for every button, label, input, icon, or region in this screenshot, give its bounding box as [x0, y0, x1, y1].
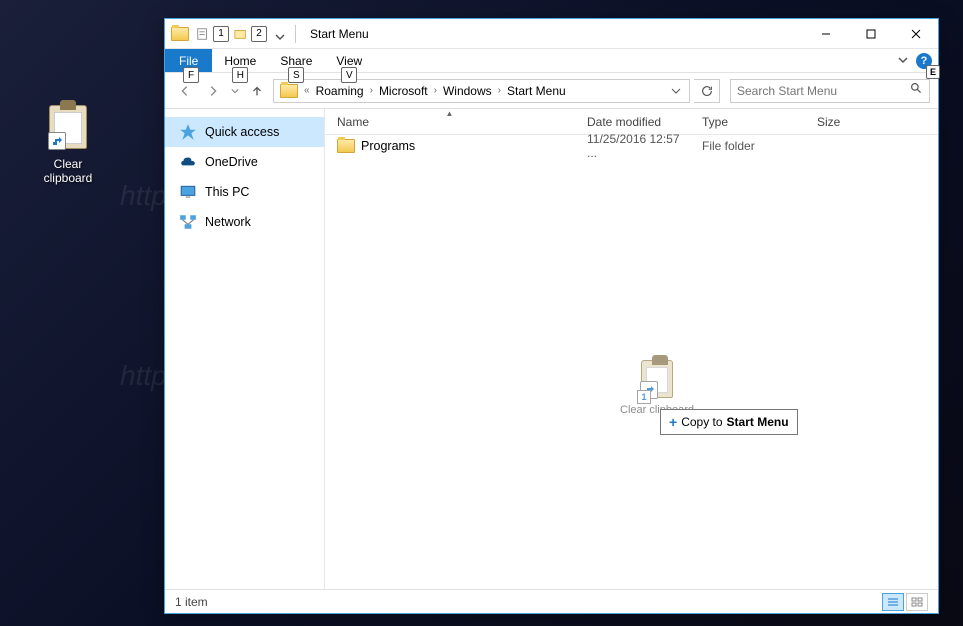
- clipboard-shortcut-icon: [49, 105, 87, 149]
- qat-key-2: 2: [251, 26, 267, 42]
- file-name: Programs: [361, 139, 415, 153]
- file-row-programs[interactable]: Programs 11/25/2016 12:57 ... File folde…: [325, 135, 938, 157]
- qat-key-1: 1: [213, 26, 229, 42]
- drop-target-text: Start Menu: [727, 415, 789, 429]
- navigation-bar: « Roaming › Microsoft › Windows › Start …: [165, 73, 938, 109]
- tab-share[interactable]: Share S: [268, 49, 324, 72]
- qat-customize-caret[interactable]: [275, 29, 285, 39]
- shortcut-arrow-icon: [640, 381, 658, 399]
- chevron-right-icon[interactable]: ›: [432, 85, 439, 96]
- breadcrumb-microsoft[interactable]: Microsoft: [375, 80, 432, 102]
- file-list[interactable]: Programs 11/25/2016 12:57 ... File folde…: [325, 135, 938, 589]
- address-folder-icon: [280, 84, 298, 98]
- tab-share-label: Share: [280, 54, 312, 68]
- content-area: ▲ Name Date modified Type Size Programs …: [325, 109, 938, 589]
- nav-quick-access[interactable]: Quick access: [165, 117, 324, 147]
- folder-icon: [337, 139, 355, 153]
- minimize-button[interactable]: [803, 19, 848, 48]
- help-button[interactable]: ? E: [916, 53, 932, 69]
- titlebar-divider: [295, 25, 296, 43]
- clipboard-shortcut-icon: [641, 360, 673, 398]
- up-button[interactable]: [245, 79, 269, 103]
- sort-ascending-icon: ▲: [446, 109, 454, 118]
- search-box[interactable]: [730, 79, 930, 103]
- key-badge-e: E: [926, 65, 940, 79]
- navigation-pane: Quick access OneDrive This PC Network: [165, 109, 325, 589]
- status-bar: 1 item: [165, 589, 938, 613]
- ribbon-tabs: File F Home H Share S View V ? E: [165, 49, 938, 73]
- qat-newfolder-icon[interactable]: [233, 26, 249, 42]
- tab-view-label: View: [336, 54, 362, 68]
- drop-action-text: Copy to: [681, 415, 722, 429]
- key-badge-s: S: [288, 67, 304, 83]
- key-badge-v: V: [341, 67, 357, 83]
- breadcrumb-overflow[interactable]: «: [302, 85, 312, 96]
- address-bar[interactable]: « Roaming › Microsoft › Windows › Start …: [273, 79, 690, 103]
- column-type[interactable]: Type: [690, 109, 805, 134]
- drag-ghost: 1 Clear clipboard: [620, 360, 694, 416]
- file-explorer-window: 1 2 Start Menu File F Home H Share S: [164, 18, 939, 614]
- maximize-button[interactable]: [848, 19, 893, 48]
- column-date[interactable]: Date modified: [575, 109, 690, 134]
- shortcut-arrow-icon: [48, 132, 66, 150]
- close-button[interactable]: [893, 19, 938, 48]
- file-type: File folder: [690, 139, 805, 153]
- nav-item-label: Quick access: [205, 125, 279, 139]
- status-item-count: 1 item: [175, 595, 208, 609]
- key-badge-f: F: [183, 67, 199, 83]
- column-name[interactable]: ▲ Name: [325, 109, 575, 134]
- chevron-right-icon[interactable]: ›: [368, 85, 375, 96]
- star-icon: [179, 123, 197, 141]
- breadcrumb-windows[interactable]: Windows: [439, 80, 496, 102]
- cloud-icon: [179, 153, 197, 171]
- file-date: 11/25/2016 12:57 ...: [575, 132, 690, 160]
- plus-icon: +: [669, 414, 677, 430]
- search-icon[interactable]: [910, 82, 923, 100]
- chevron-right-icon[interactable]: ›: [496, 85, 503, 96]
- tab-home-label: Home: [224, 54, 256, 68]
- nav-this-pc[interactable]: This PC: [165, 177, 324, 207]
- forward-button[interactable]: [201, 79, 225, 103]
- tab-file-label: File: [179, 54, 198, 68]
- qat-properties-icon[interactable]: [195, 26, 211, 42]
- nav-network[interactable]: Network: [165, 207, 324, 237]
- drop-tooltip: + Copy to Start Menu: [660, 409, 798, 435]
- pc-icon: [179, 183, 197, 201]
- view-details-button[interactable]: [882, 593, 904, 611]
- nav-item-label: Network: [205, 215, 251, 229]
- refresh-button[interactable]: [694, 79, 720, 103]
- drag-count-badge: 1: [637, 390, 651, 404]
- network-icon: [179, 213, 197, 231]
- column-name-label: Name: [337, 115, 369, 129]
- search-input[interactable]: [737, 84, 910, 98]
- view-large-icons-button[interactable]: [906, 593, 928, 611]
- desktop-shortcut-clear-clipboard[interactable]: Clear clipboard: [30, 105, 106, 186]
- folder-icon: [171, 27, 189, 41]
- tab-view[interactable]: View V: [324, 49, 374, 72]
- nav-onedrive[interactable]: OneDrive: [165, 147, 324, 177]
- titlebar[interactable]: 1 2 Start Menu: [165, 19, 938, 49]
- tab-file[interactable]: File F: [165, 49, 212, 72]
- breadcrumb-start-menu[interactable]: Start Menu: [503, 80, 570, 102]
- breadcrumb-roaming[interactable]: Roaming: [312, 80, 368, 102]
- window-title: Start Menu: [310, 27, 803, 41]
- tab-home[interactable]: Home H: [212, 49, 268, 72]
- address-dropdown-button[interactable]: [665, 80, 687, 102]
- column-size[interactable]: Size: [805, 109, 885, 134]
- key-badge-h: H: [232, 67, 248, 83]
- nav-item-label: OneDrive: [205, 155, 258, 169]
- ribbon-expand-button[interactable]: [898, 52, 908, 70]
- nav-item-label: This PC: [205, 185, 249, 199]
- desktop-shortcut-label: Clear clipboard: [30, 157, 106, 186]
